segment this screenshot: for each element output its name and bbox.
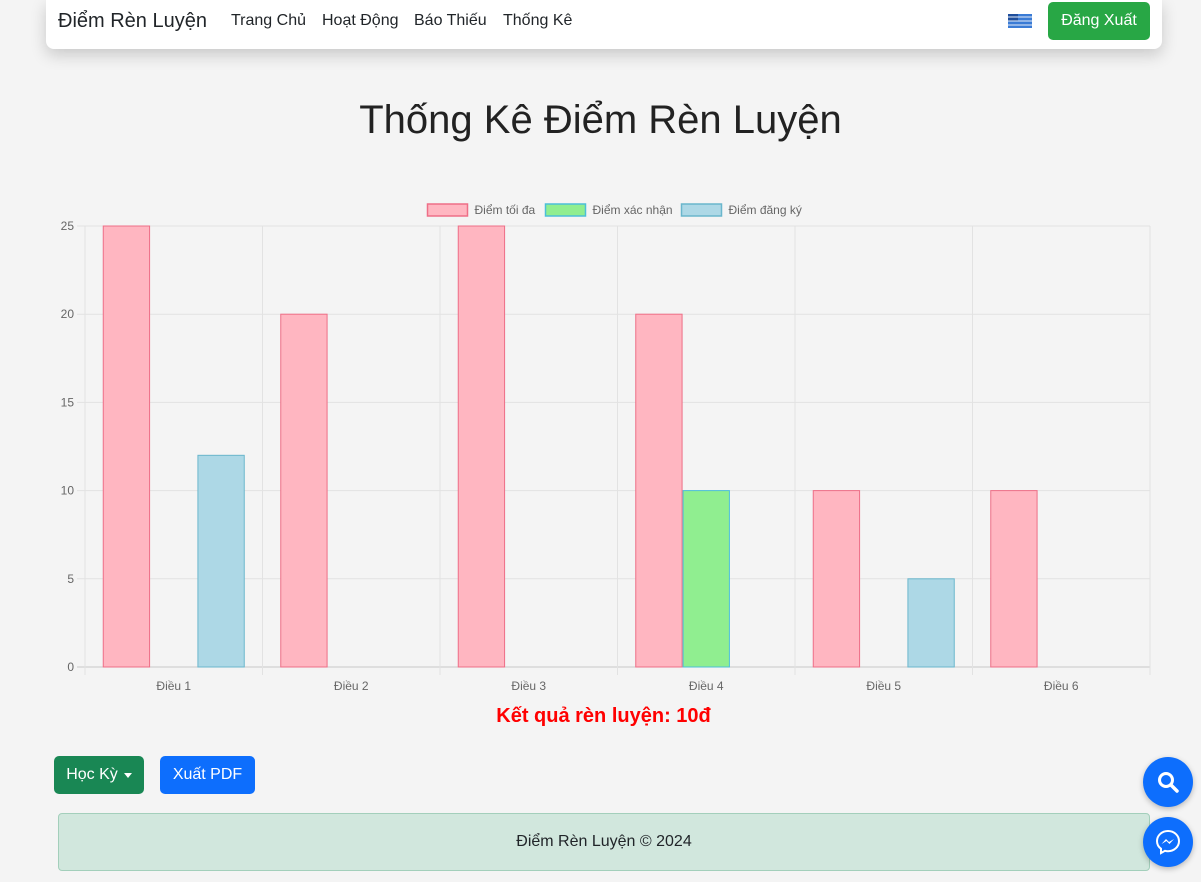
chart-bars <box>102 225 1038 668</box>
y-tick-label: 5 <box>67 572 74 586</box>
brand-link[interactable]: Điểm Rèn Luyện <box>58 10 207 33</box>
flag-icon[interactable] <box>1008 14 1032 28</box>
legend-label: Điểm đăng ký <box>729 203 802 217</box>
legend-label: Điểm xác nhận <box>593 203 673 217</box>
footer-text: Điểm Rèn Luyện © 2024 <box>516 833 692 850</box>
semester-label: Học Kỳ <box>66 766 118 783</box>
export-pdf-button[interactable]: Xuất PDF <box>160 756 255 794</box>
nav-link-activities[interactable]: Hoạt Động <box>322 12 399 30</box>
search-icon <box>1158 772 1179 793</box>
y-tick-label: 20 <box>61 307 75 321</box>
y-tick-label: 0 <box>67 660 74 674</box>
bar <box>280 313 328 668</box>
legend-swatch <box>680 203 723 217</box>
nav-link-report[interactable]: Báo Thiếu <box>414 12 487 30</box>
caret-down-icon <box>123 772 132 778</box>
bar <box>990 490 1038 668</box>
y-tick-label: 10 <box>61 484 75 498</box>
bar-chart: Điểm tối đa Điểm xác nhận Điểm đăng ký 0 5 1… <box>61 203 1151 693</box>
bar <box>907 578 955 668</box>
y-tick-label: 15 <box>61 395 75 409</box>
page-title: Thống Kê Điểm Rèn Luyện <box>359 98 842 142</box>
x-tick-label: Điều 2 <box>334 679 369 693</box>
x-axis-labels: Điều 1 Điều 2 Điều 3 Điều 4 Điều 5 Điều 6 <box>156 679 1079 693</box>
nav-link-statistics[interactable]: Thống Kê <box>503 12 572 30</box>
search-button[interactable] <box>1143 757 1193 807</box>
footer: Điểm Rèn Luyện © 2024 <box>58 813 1150 871</box>
bar <box>457 225 506 668</box>
x-tick-label: Điều 6 <box>1044 679 1079 693</box>
bar <box>812 490 861 668</box>
legend-label: Điểm tối đa <box>475 203 536 217</box>
messenger-icon <box>1155 829 1181 855</box>
messenger-button[interactable] <box>1143 817 1193 867</box>
y-tick-label: 25 <box>61 219 75 233</box>
navbar: Điểm Rèn Luyện Trang Chủ Hoạt Động Báo T… <box>46 0 1162 49</box>
bar <box>682 490 730 668</box>
x-tick-label: Điều 5 <box>866 679 901 693</box>
logout-button[interactable]: Đăng Xuất <box>1048 2 1150 40</box>
bar <box>635 313 683 668</box>
legend-swatch <box>426 203 469 217</box>
bar <box>197 454 245 668</box>
y-axis-labels: 0 5 10 15 20 25 <box>61 219 75 674</box>
training-result: Kết quả rèn luyện: 10đ <box>496 705 711 727</box>
legend-swatch <box>544 203 587 217</box>
x-tick-label: Điều 3 <box>511 679 546 693</box>
x-tick-label: Điều 4 <box>689 679 724 693</box>
bar <box>102 225 151 668</box>
x-tick-label: Điều 1 <box>156 679 191 693</box>
semester-dropdown-button[interactable]: Học Kỳ <box>54 756 144 794</box>
nav-link-home[interactable]: Trang Chủ <box>231 12 306 30</box>
chart-legend: Điểm tối đa Điểm xác nhận Điểm đăng ký <box>426 203 802 217</box>
